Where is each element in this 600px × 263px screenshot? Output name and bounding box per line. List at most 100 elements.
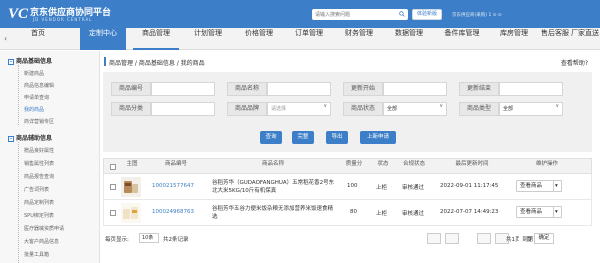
nav-spare-parts-mgmt[interactable]: 备件库管理 — [436, 28, 488, 50]
sidebar-item-gift-attributes[interactable]: 赠品良好属性 — [24, 147, 54, 154]
complete-button[interactable]: 完整 — [292, 131, 314, 144]
chevron-down-icon: ▾ — [555, 209, 558, 215]
sidebar-item-application-query[interactable]: 申请单查询 — [24, 94, 49, 101]
nav-product-mgmt[interactable]: 商品管理 — [133, 28, 179, 50]
tree-line — [18, 65, 19, 125]
help-link[interactable]: 查看帮助? — [561, 58, 588, 67]
confirm-button[interactable]: 确定 — [534, 233, 554, 244]
view-product-button[interactable]: 查看商品 — [516, 180, 554, 192]
product-name-input[interactable] — [267, 82, 331, 96]
brand-select[interactable]: 请选择 ∨ — [267, 102, 331, 116]
nav-home[interactable]: 首页 — [18, 28, 58, 50]
nav-factory-direct[interactable]: 厂家直送 — [570, 28, 600, 50]
status-text: 上柜 — [376, 185, 388, 191]
category-input[interactable] — [151, 102, 215, 116]
status-select-value: 全部 — [387, 106, 398, 112]
help-search-input[interactable] — [312, 9, 408, 20]
status-text: 上柜 — [376, 211, 388, 217]
sidebar-item-report-query[interactable]: 商品报告查询 — [24, 173, 54, 180]
search-icon[interactable] — [399, 11, 405, 17]
updated-time: 2022-09-01 11:17:45 — [440, 183, 499, 189]
chevron-down-icon: ∨ — [439, 103, 443, 109]
col-header-updated: 最后更新时间 — [455, 161, 489, 167]
sidebar-item-custom-list[interactable]: 商品定制列表 — [24, 199, 54, 206]
filter-label-brand: 商品品牌 — [227, 102, 267, 116]
chevron-down-icon: ▾ — [555, 183, 558, 189]
update-end-input[interactable] — [499, 82, 563, 96]
col-header-image: 主图 — [126, 161, 138, 167]
nav-data-mgmt[interactable]: 数据管理 — [387, 28, 431, 50]
query-button[interactable]: 查询 — [260, 131, 282, 144]
sidebar-item-new-product[interactable]: 新建商品 — [24, 70, 44, 77]
nav-custom-center[interactable]: 定制中心 — [80, 28, 126, 50]
select-all-checkbox[interactable] — [110, 164, 116, 170]
prev-page-button[interactable] — [445, 233, 459, 244]
col-header-status: 状态 — [377, 161, 389, 167]
platform-subtitle: JD VENDOR CENTRAL — [33, 17, 93, 22]
sidebar-item-enterprise-products[interactable]: 大客户商品信息 — [24, 238, 59, 245]
table-row: 100024968763 谷稻芳华五谷力便米饭杂粮无添加营养米饭速食精选 80 … — [103, 200, 592, 226]
sidebar-item-batch-tools[interactable]: 批量工具箱 — [24, 251, 49, 258]
type-select[interactable]: 全部 ∨ — [499, 102, 563, 116]
col-header-product-id: 商品编号 — [164, 161, 187, 167]
sidebar-section-auxiliary[interactable]: - 商品辅助信息 — [8, 133, 52, 142]
sidebar-section-basic[interactable]: - 商品基础信息 — [8, 56, 52, 65]
nav-price-mgmt[interactable]: 价格管理 — [237, 28, 281, 50]
sidebar-item-ad-words[interactable]: 广告词列表 — [24, 186, 49, 193]
row-checkbox[interactable] — [110, 210, 116, 216]
first-page-button[interactable] — [427, 233, 441, 244]
compliance-status: 审核通过 — [402, 185, 425, 191]
product-id-input[interactable] — [151, 82, 215, 96]
chevron-down-icon: ∨ — [555, 103, 559, 109]
product-thumbnail[interactable] — [121, 203, 141, 223]
more-dropdown-button[interactable]: ▾ — [553, 180, 562, 192]
status-select[interactable]: 全部 ∨ — [383, 102, 447, 116]
nav-left-arrow-icon[interactable]: ‹ — [4, 34, 7, 43]
next-page-button[interactable] — [477, 233, 491, 244]
nav-order-mgmt[interactable]: 订单管理 — [287, 28, 331, 50]
logo-mark: VC — [8, 6, 29, 22]
view-product-button[interactable]: 查看商品 — [516, 206, 554, 218]
chevron-down-icon: ∨ — [323, 103, 327, 109]
sidebar-item-my-products[interactable]: 我的商品 — [24, 106, 44, 113]
nav-warehouse-mgmt[interactable]: 库房管理 — [492, 28, 536, 50]
row-checkbox[interactable] — [110, 184, 116, 190]
more-dropdown-button[interactable]: ▾ — [553, 206, 562, 218]
table-row: 100021577647 谷稻芳华（GUDAOFANGHUA）五常稻花香2号东北… — [103, 174, 592, 200]
sidebar-item-spu-binding[interactable]: SPU绑定列表 — [24, 212, 54, 219]
filter-label-type: 商品类型 — [459, 102, 499, 116]
page-unit: 页 — [526, 237, 532, 243]
sidebar-item-medical-qualification[interactable]: 医疗器械资质申请 — [24, 225, 64, 232]
product-thumbnail[interactable] — [121, 177, 141, 197]
sidebar-item-edit-product[interactable]: 商品信息编辑 — [24, 82, 54, 89]
product-name: 谷稻芳华五谷力便米饭杂粮无添加营养米饭速食精选 — [212, 206, 334, 220]
col-header-compliance: 合规状态 — [402, 161, 425, 167]
product-id-link[interactable]: 100024968763 — [152, 209, 194, 215]
new-listing-request-button[interactable]: 上新申请 — [360, 131, 396, 144]
collapse-icon[interactable]: - — [8, 58, 14, 65]
update-start-input[interactable] — [383, 82, 447, 96]
sidebar-item-marketing-zone[interactable]: 商详营销专区 — [24, 118, 54, 125]
nav-plan-mgmt[interactable]: 计划管理 — [186, 28, 230, 50]
nav-finance-mgmt[interactable]: 财务管理 — [337, 28, 381, 50]
per-page-select[interactable]: 10条 — [139, 233, 159, 243]
nav-after-sales[interactable]: 售后客服 — [540, 28, 570, 50]
compliance-status: 审核通过 — [402, 211, 425, 217]
pagination: 每页显示: 10条 共2条记录 共1页 到第 页 确定 — [103, 231, 592, 247]
user-info[interactable]: 京东供应商(采购) 1 ⊙ ⊙ — [452, 12, 502, 18]
quality-score: 80 — [350, 209, 357, 215]
type-select-value: 全部 — [503, 106, 514, 112]
filter-label-product-name: 商品名称 — [227, 82, 267, 96]
product-id-link[interactable]: 100021577647 — [152, 183, 194, 189]
view-product-label: 查看商品 — [520, 183, 543, 189]
collapse-icon[interactable]: - — [8, 135, 14, 142]
quality-score: 100 — [347, 183, 358, 189]
top-header: VC 京东供应商协同平台 JD VENDOR CENTRAL 体验新版 京东供应… — [0, 0, 600, 28]
filter-label-product-id: 商品编号 — [111, 82, 151, 96]
updated-time: 2022-07-07 14:49:23 — [440, 209, 499, 215]
breadcrumb: 商品管理 / 商品基础信息 / 我的商品 — [109, 60, 205, 67]
sidebar-item-sales-attributes[interactable]: 销售属性列表 — [24, 160, 54, 167]
experience-new-button[interactable]: 体验新版 — [412, 9, 443, 20]
export-button[interactable]: 导出 — [326, 131, 348, 144]
col-header-operations: 维护操作 — [535, 161, 558, 167]
